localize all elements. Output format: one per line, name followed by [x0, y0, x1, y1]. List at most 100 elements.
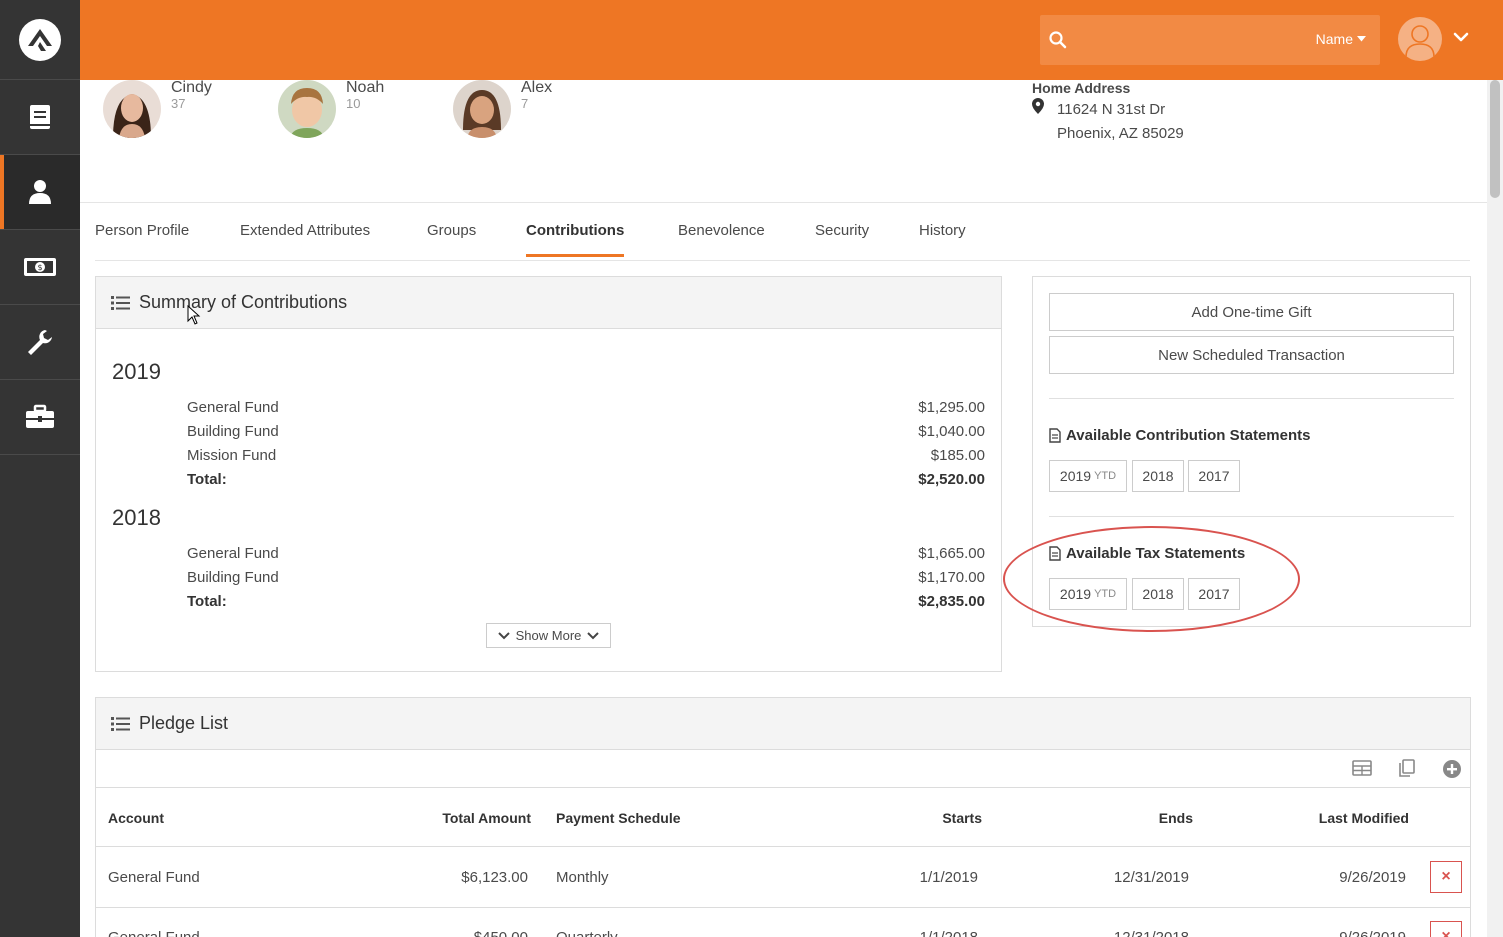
column-header-account[interactable]: Account: [108, 810, 164, 826]
contribution-statement-2018-button[interactable]: 2018: [1132, 460, 1184, 492]
panel-header: Summary of Contributions: [96, 277, 1001, 329]
cell-total-amount: $6,123.00: [461, 869, 528, 886]
year-heading: 2018: [112, 505, 161, 530]
family-member[interactable]: Noah 10: [278, 80, 384, 138]
fund-name: General Fund: [187, 545, 279, 562]
tax-statement-2017-button[interactable]: 2017: [1188, 578, 1240, 610]
family-member-name: Alex: [521, 79, 553, 96]
cell-last-modified: 9/26/2019: [1339, 869, 1406, 886]
contribution-statement-2017-button[interactable]: 2017: [1188, 460, 1240, 492]
sidebar-item-book[interactable]: [0, 80, 80, 155]
sidebar-item-finance[interactable]: $: [0, 230, 80, 305]
map-pin-icon[interactable]: [1032, 98, 1044, 119]
tab-contributions[interactable]: Contributions: [526, 222, 625, 257]
book-icon: [30, 105, 50, 129]
logo-icon: [19, 18, 61, 61]
total-row: Total: $2,520.00: [187, 471, 985, 488]
delete-pledge-button[interactable]: ×: [1430, 921, 1462, 937]
user-menu-chevron-icon[interactable]: [1453, 30, 1469, 48]
tab-person-profile[interactable]: Person Profile: [95, 222, 189, 254]
family-photo-alex: [453, 80, 511, 138]
wrench-icon: [28, 330, 52, 355]
button-suffix: YTD: [1094, 588, 1117, 600]
family-member-age: 10: [346, 96, 361, 111]
fund-name: General Fund: [187, 399, 279, 416]
cell-last-modified: 9/26/2019: [1286, 929, 1406, 937]
tab-extended-attributes[interactable]: Extended Attributes: [240, 222, 370, 254]
top-bar: Name: [80, 0, 1503, 80]
mouse-cursor-icon: [187, 305, 201, 325]
fund-row: Building Fund $1,170.00: [187, 569, 985, 586]
family-member-age: 7: [521, 96, 529, 111]
rock-logo[interactable]: [0, 0, 80, 80]
button-label: 2019: [1059, 586, 1092, 602]
sidebar-item-people[interactable]: [0, 155, 80, 230]
add-one-time-gift-button[interactable]: Add One-time Gift: [1049, 293, 1454, 331]
column-header-starts[interactable]: Starts: [882, 810, 982, 826]
person-icon: [29, 180, 51, 204]
contribution-statements-heading: Available Contribution Statements: [1049, 427, 1310, 444]
cell-ends: 12/31/2019: [1113, 869, 1189, 886]
column-header-payment-schedule[interactable]: Payment Schedule: [556, 810, 681, 826]
cell-starts: 1/1/2018: [878, 929, 978, 937]
tax-statement-2019-ytd-button[interactable]: 2019 YTD: [1049, 578, 1127, 610]
search-input[interactable]: [1080, 25, 1300, 55]
contribution-statement-2019-ytd-button[interactable]: 2019 YTD: [1049, 460, 1127, 492]
giving-actions-panel: Add One-time Gift New Scheduled Transact…: [1032, 276, 1471, 627]
chevron-down-icon: [587, 631, 600, 639]
address-label: Home Address: [1032, 80, 1131, 96]
fund-amount: $1,170.00: [918, 569, 985, 586]
fund-name: Building Fund: [187, 569, 279, 586]
search-type-label: Name: [1315, 31, 1353, 47]
document-icon: [1049, 428, 1061, 443]
scrollbar-thumb[interactable]: [1490, 80, 1500, 198]
tax-statements-title: Available Tax Statements: [1066, 545, 1246, 562]
fund-amount: $1,665.00: [918, 545, 985, 562]
tax-statement-2018-button[interactable]: 2018: [1132, 578, 1184, 610]
sidebar: $: [0, 0, 80, 937]
export-excel-icon[interactable]: [1352, 759, 1372, 782]
add-circle-icon[interactable]: [1442, 759, 1462, 784]
tab-groups[interactable]: Groups: [427, 222, 476, 254]
fund-row: Mission Fund $185.00: [187, 447, 985, 464]
current-user-avatar[interactable]: [1398, 17, 1442, 61]
divider: [1049, 398, 1454, 399]
family-photo-cindy: [103, 80, 161, 138]
sidebar-item-admin-tools[interactable]: [0, 305, 80, 380]
tax-statements-heading: Available Tax Statements: [1049, 545, 1245, 562]
tab-benevolence[interactable]: Benevolence: [678, 222, 765, 254]
new-scheduled-transaction-button[interactable]: New Scheduled Transaction: [1049, 336, 1454, 374]
family-photo-noah: [278, 80, 336, 138]
tab-security[interactable]: Security: [815, 222, 869, 254]
cell-total-amount: $450.00: [416, 929, 528, 937]
panel-title: Summary of Contributions: [139, 292, 348, 312]
page-scrollbar[interactable]: [1487, 80, 1503, 937]
delete-pledge-button[interactable]: ×: [1430, 861, 1462, 893]
fund-amount: $185.00: [930, 447, 985, 464]
cell-ends: 12/31/2018: [1089, 929, 1189, 937]
copy-icon[interactable]: [1398, 759, 1416, 782]
search-type-dropdown[interactable]: Name: [1316, 31, 1366, 47]
total-amount: $2,520.00: [918, 471, 985, 488]
search-icon: [1048, 30, 1068, 55]
panel-header: Pledge List: [96, 698, 1470, 750]
fund-name: Mission Fund: [187, 447, 277, 464]
total-label: Total:: [187, 471, 227, 488]
fund-amount: $1,295.00: [918, 399, 985, 416]
show-more-button[interactable]: Show More: [486, 623, 611, 648]
tab-history[interactable]: History: [919, 222, 966, 254]
column-header-last-modified[interactable]: Last Modified: [1289, 810, 1409, 826]
sidebar-item-tools[interactable]: [0, 380, 80, 455]
family-member[interactable]: Cindy 37: [103, 80, 212, 138]
total-label: Total:: [187, 593, 227, 610]
search-box: Name: [1040, 15, 1380, 65]
column-header-total-amount[interactable]: Total Amount: [436, 810, 531, 826]
total-row: Total: $2,835.00: [187, 593, 985, 610]
column-header-ends[interactable]: Ends: [1093, 810, 1193, 826]
user-avatar-icon: [1405, 25, 1435, 58]
chevron-down-icon: [497, 631, 510, 639]
family-member[interactable]: Alex 7: [453, 80, 552, 138]
button-label: 2017: [1198, 586, 1230, 602]
cell-account: General Fund: [108, 929, 200, 937]
fund-row: General Fund $1,665.00: [187, 545, 985, 562]
